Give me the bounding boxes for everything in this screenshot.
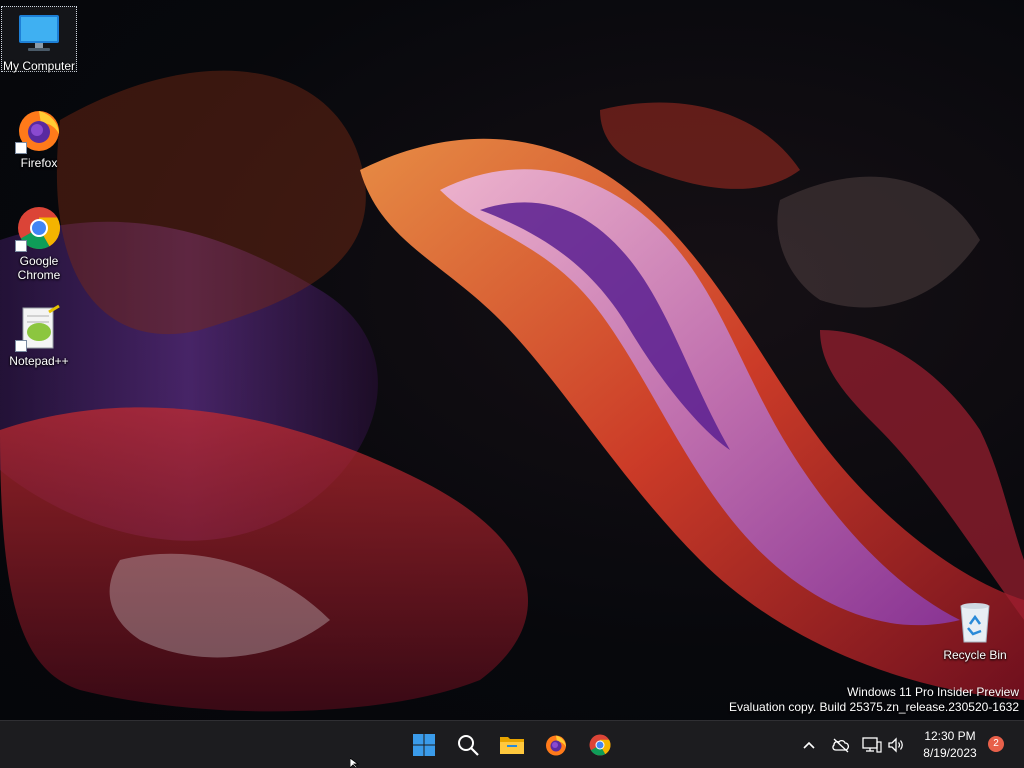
chrome-icon — [589, 734, 611, 756]
windows-watermark: Windows 11 Pro Insider Preview Evaluatio… — [729, 685, 1019, 715]
network-button[interactable] — [860, 733, 884, 757]
shortcut-arrow-icon — [15, 240, 27, 252]
desktop-icon-my-computer[interactable]: My Computer — [1, 6, 77, 73]
wallpaper — [0, 70, 1024, 712]
taskbar-chrome-button[interactable] — [582, 727, 618, 763]
desktop[interactable]: My Computer Firefox Google Chrome Notepa… — [0, 0, 1024, 720]
desktop-icon-label: Google Chrome — [17, 254, 61, 282]
desktop-icon-firefox[interactable]: Firefox — [1, 104, 77, 172]
file-explorer-button[interactable] — [494, 727, 530, 763]
mouse-pointer-icon — [350, 758, 360, 768]
firefox-icon — [546, 735, 566, 756]
cloud-offline-icon — [832, 738, 850, 753]
volume-button[interactable] — [884, 733, 908, 757]
desktop-icon-recycle-bin[interactable]: Recycle Bin — [937, 596, 1013, 662]
start-button[interactable] — [406, 727, 442, 763]
firefox-icon — [15, 106, 63, 154]
file-explorer-icon — [500, 737, 524, 754]
desktop-icon-label: Notepad++ — [9, 354, 69, 368]
onedrive-status-button[interactable] — [829, 733, 853, 757]
system-clock[interactable]: 12:30 PM 8/19/2023 — [912, 728, 988, 762]
taskbar-firefox-button[interactable] — [538, 727, 574, 763]
shortcut-arrow-icon — [15, 340, 27, 352]
watermark-line-build: Evaluation copy. Build 25375.zn_release.… — [729, 700, 1019, 714]
notepadpp-icon — [15, 304, 63, 352]
desktop-icon-label: Recycle Bin — [943, 648, 1007, 662]
chrome-icon — [15, 204, 63, 252]
desktop-icon-label: Firefox — [20, 156, 58, 170]
taskbar: 12:30 PM 8/19/2023 — [0, 720, 1024, 768]
clock-time: 12:30 PM — [924, 729, 976, 743]
notification-badge[interactable]: 2 — [988, 736, 1004, 752]
shortcut-arrow-icon — [15, 142, 27, 154]
desktop-icon-notepadpp[interactable]: Notepad++ — [1, 302, 77, 370]
watermark-line-edition: Windows 11 Pro Insider Preview — [847, 685, 1019, 699]
recycle-bin-icon — [951, 598, 999, 646]
search-button[interactable] — [450, 727, 486, 763]
monitor-icon — [15, 9, 63, 57]
network-icon — [862, 737, 882, 753]
windows-start-icon — [413, 734, 435, 756]
search-icon — [458, 735, 479, 756]
clock-date: 8/19/2023 — [923, 746, 977, 760]
chevron-up-icon — [803, 741, 815, 749]
desktop-icon-label: My Computer — [2, 59, 76, 73]
volume-icon — [888, 737, 903, 753]
desktop-icon-chrome[interactable]: Google Chrome — [1, 202, 77, 286]
show-hidden-icons-button[interactable] — [797, 733, 821, 757]
